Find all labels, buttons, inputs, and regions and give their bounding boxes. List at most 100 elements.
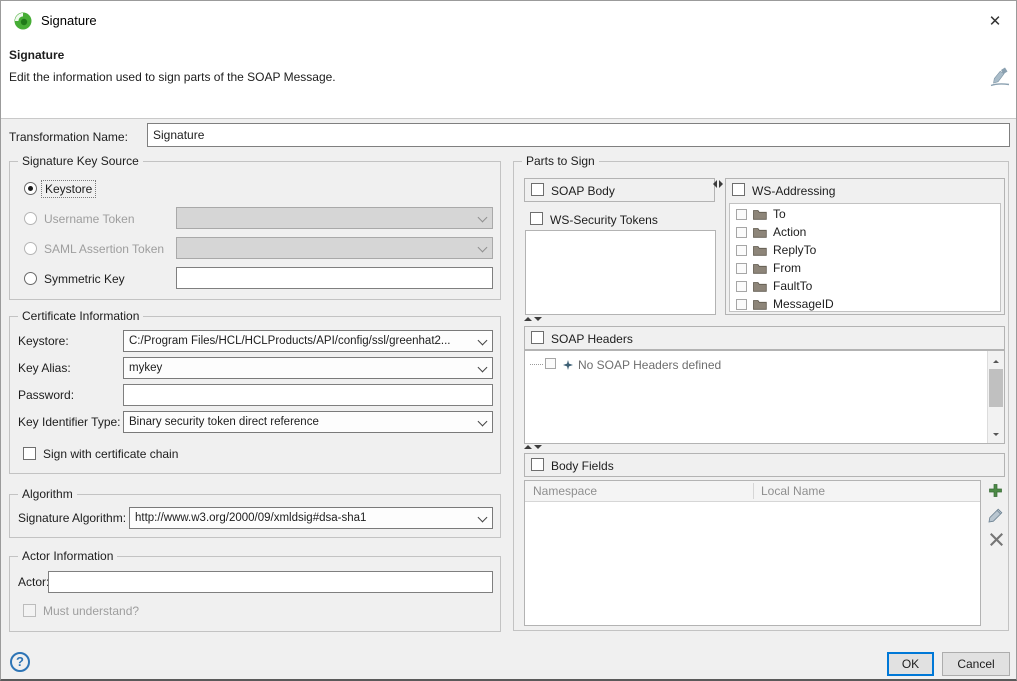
cancel-button[interactable]: Cancel — [942, 652, 1010, 676]
column-header-local-name: Local Name — [761, 484, 825, 498]
soap-headers-tree[interactable]: No SOAP Headers defined — [524, 350, 1005, 444]
chevron-down-icon — [478, 243, 488, 253]
group-title-certificate-information: Certificate Information — [18, 309, 143, 323]
group-title-algorithm: Algorithm — [18, 487, 77, 501]
symmetric-key-radio-label: Symmetric Key — [44, 271, 125, 287]
body-fields-table[interactable]: Namespace Local Name — [524, 480, 981, 626]
chevron-down-icon — [478, 417, 488, 427]
ws-addressing-list: To Action ReplyTo From — [729, 203, 1001, 312]
delete-icon[interactable] — [987, 533, 1005, 551]
group-certificate-information: Certificate Information Keystore: C:/Pro… — [9, 316, 501, 474]
item-checkbox[interactable] — [736, 299, 747, 310]
password-field[interactable] — [123, 384, 493, 406]
transformation-name-input[interactable] — [147, 123, 1010, 147]
ws-security-tokens-checkbox[interactable] — [530, 212, 543, 225]
username-token-select — [176, 207, 493, 229]
banner-description: Edit the information used to sign parts … — [9, 70, 336, 84]
help-icon[interactable]: ? — [10, 652, 30, 672]
ws-addressing-checkbox[interactable] — [732, 183, 745, 196]
body-fields-panel: Body Fields — [524, 453, 1005, 477]
list-item[interactable]: ReplyTo — [730, 241, 1000, 259]
list-item-label: MessageID — [773, 297, 834, 311]
signature-algorithm-select[interactable]: http://www.w3.org/2000/09/xmldsig#dsa-sh… — [129, 507, 493, 529]
list-item[interactable]: To — [730, 205, 1000, 223]
column-header-namespace: Namespace — [533, 484, 597, 498]
vertical-scrollbar[interactable] — [987, 351, 1004, 443]
key-alias-select[interactable]: mykey — [123, 357, 493, 379]
actor-label: Actor: — [18, 574, 49, 590]
keystore-radio[interactable] — [24, 182, 37, 195]
list-item-label: Action — [773, 225, 806, 239]
banner-title: Signature — [9, 48, 64, 62]
ok-button[interactable]: OK — [887, 652, 934, 676]
chevron-down-icon — [478, 336, 488, 346]
signature-pen-icon — [989, 67, 1011, 90]
scroll-up-icon[interactable] — [988, 351, 1004, 367]
username-token-radio — [24, 212, 37, 225]
soap-body-panel: SOAP Body — [524, 178, 715, 202]
item-checkbox[interactable] — [736, 263, 747, 274]
soap-headers-empty-text: No SOAP Headers defined — [578, 357, 721, 373]
chevron-down-icon — [478, 363, 488, 373]
list-item[interactable]: MessageID — [730, 295, 1000, 313]
ws-addressing-label: WS-Addressing — [752, 183, 835, 199]
edit-icon[interactable] — [986, 508, 1004, 526]
ws-security-tokens-label: WS-Security Tokens — [550, 212, 658, 228]
soap-headers-checkbox[interactable] — [531, 331, 544, 344]
signature-algorithm-label: Signature Algorithm: — [18, 510, 126, 526]
symmetric-key-radio[interactable] — [24, 272, 37, 285]
group-parts-to-sign: Parts to Sign SOAP Body WS-Security Toke… — [513, 161, 1009, 631]
list-item[interactable]: FaultTo — [730, 277, 1000, 295]
list-item[interactable]: From — [730, 259, 1000, 277]
splitter-collapse-up-icon[interactable] — [524, 317, 542, 321]
scroll-down-icon[interactable] — [988, 427, 1004, 443]
titlebar: Signature ✕ — [1, 1, 1016, 41]
symmetric-key-input[interactable] — [176, 267, 493, 289]
group-signature-key-source: Signature Key Source Keystore Username T… — [9, 161, 501, 300]
list-item-label: From — [773, 261, 801, 275]
group-title-parts-to-sign: Parts to Sign — [522, 154, 599, 168]
tree-node-checkbox — [545, 358, 556, 369]
keystore-label: Keystore: — [18, 333, 69, 349]
actor-input[interactable] — [48, 571, 493, 593]
list-item-label: To — [773, 207, 786, 221]
body-fields-checkbox[interactable] — [531, 458, 544, 471]
soap-headers-label: SOAP Headers — [551, 331, 633, 347]
tree-branch-line — [530, 364, 543, 365]
splitter-collapse-left-icon[interactable] — [713, 180, 723, 188]
sign-with-certificate-chain-checkbox[interactable] — [23, 447, 36, 460]
splitter-expand-down-icon — [534, 317, 542, 321]
keystore-radio-label[interactable]: Keystore — [41, 180, 96, 198]
signature-dialog: Signature ✕ Signature Edit the informati… — [0, 0, 1017, 681]
column-divider — [753, 483, 754, 499]
keystore-select[interactable]: C:/Program Files/HCL/HCLProducts/API/con… — [123, 330, 493, 352]
soap-body-label: SOAP Body — [551, 183, 615, 199]
ws-addressing-panel: WS-Addressing To Action ReplyTo — [725, 178, 1005, 315]
folder-icon — [753, 281, 767, 292]
list-item[interactable]: Action — [730, 223, 1000, 241]
group-actor-information: Actor Information Actor: Must understand… — [9, 556, 501, 632]
item-checkbox[interactable] — [736, 209, 747, 220]
soap-body-checkbox[interactable] — [531, 183, 544, 196]
item-checkbox[interactable] — [736, 281, 747, 292]
splitter-collapse-up-icon[interactable] — [524, 445, 542, 449]
saml-assertion-token-radio — [24, 242, 37, 255]
ws-security-tokens-list[interactable] — [525, 230, 716, 315]
body-fields-label: Body Fields — [551, 458, 614, 474]
item-checkbox[interactable] — [736, 227, 747, 238]
scrollbar-thumb[interactable] — [989, 369, 1003, 407]
group-title-actor-information: Actor Information — [18, 549, 117, 563]
item-checkbox[interactable] — [736, 245, 747, 256]
banner: Signature Edit the information used to s… — [1, 41, 1016, 119]
group-algorithm: Algorithm Signature Algorithm: http://ww… — [9, 494, 501, 538]
soap-headers-panel: SOAP Headers — [524, 326, 1005, 350]
folder-icon — [753, 245, 767, 256]
close-icon[interactable]: ✕ — [984, 11, 1006, 33]
folder-icon — [753, 227, 767, 238]
key-alias-label: Key Alias: — [18, 360, 71, 376]
add-icon[interactable] — [986, 483, 1004, 501]
key-identifier-type-label: Key Identifier Type: — [18, 414, 121, 430]
list-item-label: ReplyTo — [773, 243, 816, 257]
saml-assertion-token-select — [176, 237, 493, 259]
key-identifier-type-select[interactable]: Binary security token direct reference — [123, 411, 493, 433]
